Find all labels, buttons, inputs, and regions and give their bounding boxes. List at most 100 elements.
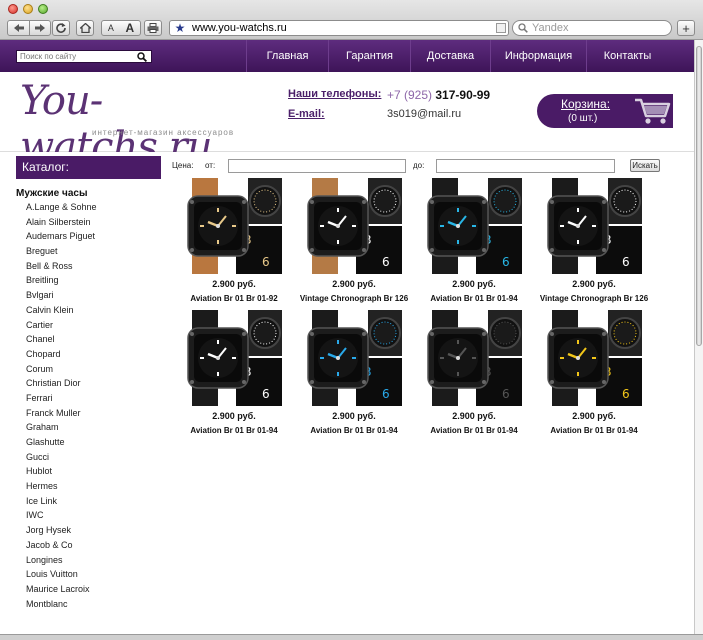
- zoom-window-button[interactable]: [38, 4, 48, 14]
- brand-item[interactable]: Cartier: [16, 318, 161, 333]
- product-price: 2.900 руб.: [332, 411, 376, 421]
- brand-item[interactable]: Ice Link: [16, 494, 161, 509]
- nav-item-information[interactable]: Информация: [490, 40, 586, 72]
- brand-item[interactable]: Montblanc: [16, 597, 161, 612]
- printer-icon: [147, 23, 159, 33]
- brand-item[interactable]: Gucci: [16, 450, 161, 465]
- email-label[interactable]: E-mail:: [288, 108, 325, 120]
- reload-button[interactable]: [52, 20, 70, 36]
- brand-item[interactable]: Breguet: [16, 244, 161, 259]
- brand-item[interactable]: IWC: [16, 508, 161, 523]
- brand-item[interactable]: A.Lange & Sohne: [16, 200, 161, 215]
- brand-item[interactable]: Calvin Klein: [16, 303, 161, 318]
- cart-widget[interactable]: Корзина: (0 шт.): [537, 94, 673, 128]
- nav-item-home[interactable]: Главная: [246, 40, 328, 72]
- brand-item[interactable]: Hublot: [16, 464, 161, 479]
- text-bigger-button[interactable]: A: [126, 21, 135, 35]
- vertical-scrollbar[interactable]: [694, 40, 703, 634]
- forward-button[interactable]: [29, 20, 51, 36]
- product-card[interactable]: 3 6 2.900 руб. Vintage Chronograph Br 12…: [536, 178, 652, 303]
- brand-item[interactable]: Christian Dior: [16, 376, 161, 391]
- nav-item-delivery[interactable]: Доставка: [410, 40, 490, 72]
- site-search-button[interactable]: [135, 51, 149, 62]
- svg-text:6: 6: [502, 255, 510, 269]
- bookmark-star-icon[interactable]: ★: [172, 21, 188, 35]
- product-card[interactable]: 3 6 2.900 руб. Vintage Chronograph Br 12…: [296, 178, 412, 303]
- brand-item[interactable]: Chopard: [16, 347, 161, 362]
- product-name[interactable]: Aviation Br 01 Br 01-94: [176, 426, 292, 435]
- shopping-cart-icon: [635, 98, 671, 124]
- close-window-button[interactable]: [8, 4, 18, 14]
- text-smaller-button[interactable]: A: [108, 23, 114, 33]
- product-image[interactable]: 3 6: [426, 310, 522, 406]
- product-name[interactable]: Aviation Br 01 Br 01-94: [416, 294, 532, 303]
- brand-item[interactable]: Jacob & Co: [16, 538, 161, 553]
- nav-item-contacts[interactable]: Контакты: [586, 40, 668, 72]
- brand-item[interactable]: Breitling: [16, 273, 161, 288]
- nav-item-warranty[interactable]: Гарантия: [328, 40, 410, 72]
- product-name[interactable]: Aviation Br 01 Br 01-92: [176, 294, 292, 303]
- brand-item[interactable]: Graham: [16, 420, 161, 435]
- brand-item[interactable]: Maurice Lacroix: [16, 582, 161, 597]
- product-card[interactable]: 3 6 2.900 руб. Aviation Br 01 Br 01-94: [416, 178, 532, 303]
- product-card[interactable]: 3 6 2.900 руб. Aviation Br 01 Br 01-92: [176, 178, 292, 303]
- product-card[interactable]: 3 6 2.900 руб. Aviation Br 01 Br 01-94: [416, 310, 532, 435]
- brand-item[interactable]: Longines: [16, 553, 161, 568]
- brand-item[interactable]: Hermes: [16, 479, 161, 494]
- site-search-input[interactable]: [17, 52, 135, 61]
- product-image[interactable]: 3 6: [306, 178, 402, 274]
- price-from-input[interactable]: [228, 159, 406, 173]
- product-image[interactable]: 3 6: [546, 178, 642, 274]
- site-search-box[interactable]: [16, 50, 152, 63]
- brand-item[interactable]: Chanel: [16, 332, 161, 347]
- product-card[interactable]: 3 6 2.900 руб. Aviation Br 01 Br 01-94: [296, 310, 412, 435]
- site-logo[interactable]: You-watchs.ru интернет-магазин аксессуар…: [18, 78, 248, 170]
- watch-product-image: 3 6: [306, 310, 402, 406]
- site-top-navigation: Главная Гарантия Доставка Информация Кон…: [0, 40, 694, 72]
- price-to-input[interactable]: [436, 159, 615, 173]
- product-image[interactable]: 3 6: [186, 178, 282, 274]
- brand-item[interactable]: Audemars Piguet: [16, 229, 161, 244]
- search-icon: [137, 51, 147, 62]
- text-size-buttons[interactable]: A A: [101, 20, 141, 36]
- brand-list: A.Lange & Sohne Alain Silberstein Audemars…: [16, 200, 161, 611]
- product-image[interactable]: 3 6: [306, 310, 402, 406]
- product-card[interactable]: 3 6 2.900 руб. Aviation Br 01 Br 01-94: [536, 310, 652, 435]
- brand-item[interactable]: Bvlgari: [16, 288, 161, 303]
- product-name[interactable]: Vintage Chronograph Br 126: [296, 294, 412, 303]
- url-text[interactable]: www.you-watchs.ru: [192, 22, 496, 34]
- brand-item[interactable]: Louis Vuitton: [16, 567, 161, 582]
- cart-title[interactable]: Корзина:: [561, 97, 610, 111]
- add-bookmark-button[interactable]: +: [677, 20, 695, 36]
- brand-item[interactable]: Glashutte: [16, 435, 161, 450]
- scrollbar-thumb[interactable]: [696, 46, 702, 346]
- search-submit-button[interactable]: Искать: [630, 159, 660, 172]
- brand-item[interactable]: Jorg Hysek: [16, 523, 161, 538]
- product-price: 2.900 руб.: [572, 279, 616, 289]
- brand-item[interactable]: Alain Silberstein: [16, 215, 161, 230]
- product-image[interactable]: 3 6: [546, 310, 642, 406]
- print-button[interactable]: [144, 20, 162, 36]
- snapback-icon[interactable]: [496, 23, 506, 33]
- browser-search-field[interactable]: Yandex: [512, 20, 672, 36]
- product-name[interactable]: Aviation Br 01 Br 01-94: [416, 426, 532, 435]
- product-image[interactable]: 3 6: [426, 178, 522, 274]
- address-bar[interactable]: ★ www.you-watchs.ru: [169, 20, 509, 36]
- brand-item[interactable]: Franck Muller: [16, 406, 161, 421]
- category-mens-watches[interactable]: Мужские часы: [16, 188, 161, 199]
- back-button[interactable]: [7, 20, 30, 36]
- price-label: Цена:: [172, 161, 194, 170]
- product-name[interactable]: Aviation Br 01 Br 01-94: [536, 426, 652, 435]
- forward-arrow-icon: [35, 24, 45, 32]
- watch-product-image: 3 6: [426, 178, 522, 274]
- product-card[interactable]: 3 6 2.900 руб. Aviation Br 01 Br 01-94: [176, 310, 292, 435]
- phones-label[interactable]: Наши телефоны:: [288, 88, 381, 100]
- product-name[interactable]: Vintage Chronograph Br 126: [536, 294, 652, 303]
- product-name[interactable]: Aviation Br 01 Br 01-94: [296, 426, 412, 435]
- brand-item[interactable]: Corum: [16, 362, 161, 377]
- minimize-window-button[interactable]: [23, 4, 33, 14]
- product-image[interactable]: 3 6: [186, 310, 282, 406]
- brand-item[interactable]: Bell & Ross: [16, 259, 161, 274]
- brand-item[interactable]: Ferrari: [16, 391, 161, 406]
- home-button[interactable]: [76, 20, 94, 36]
